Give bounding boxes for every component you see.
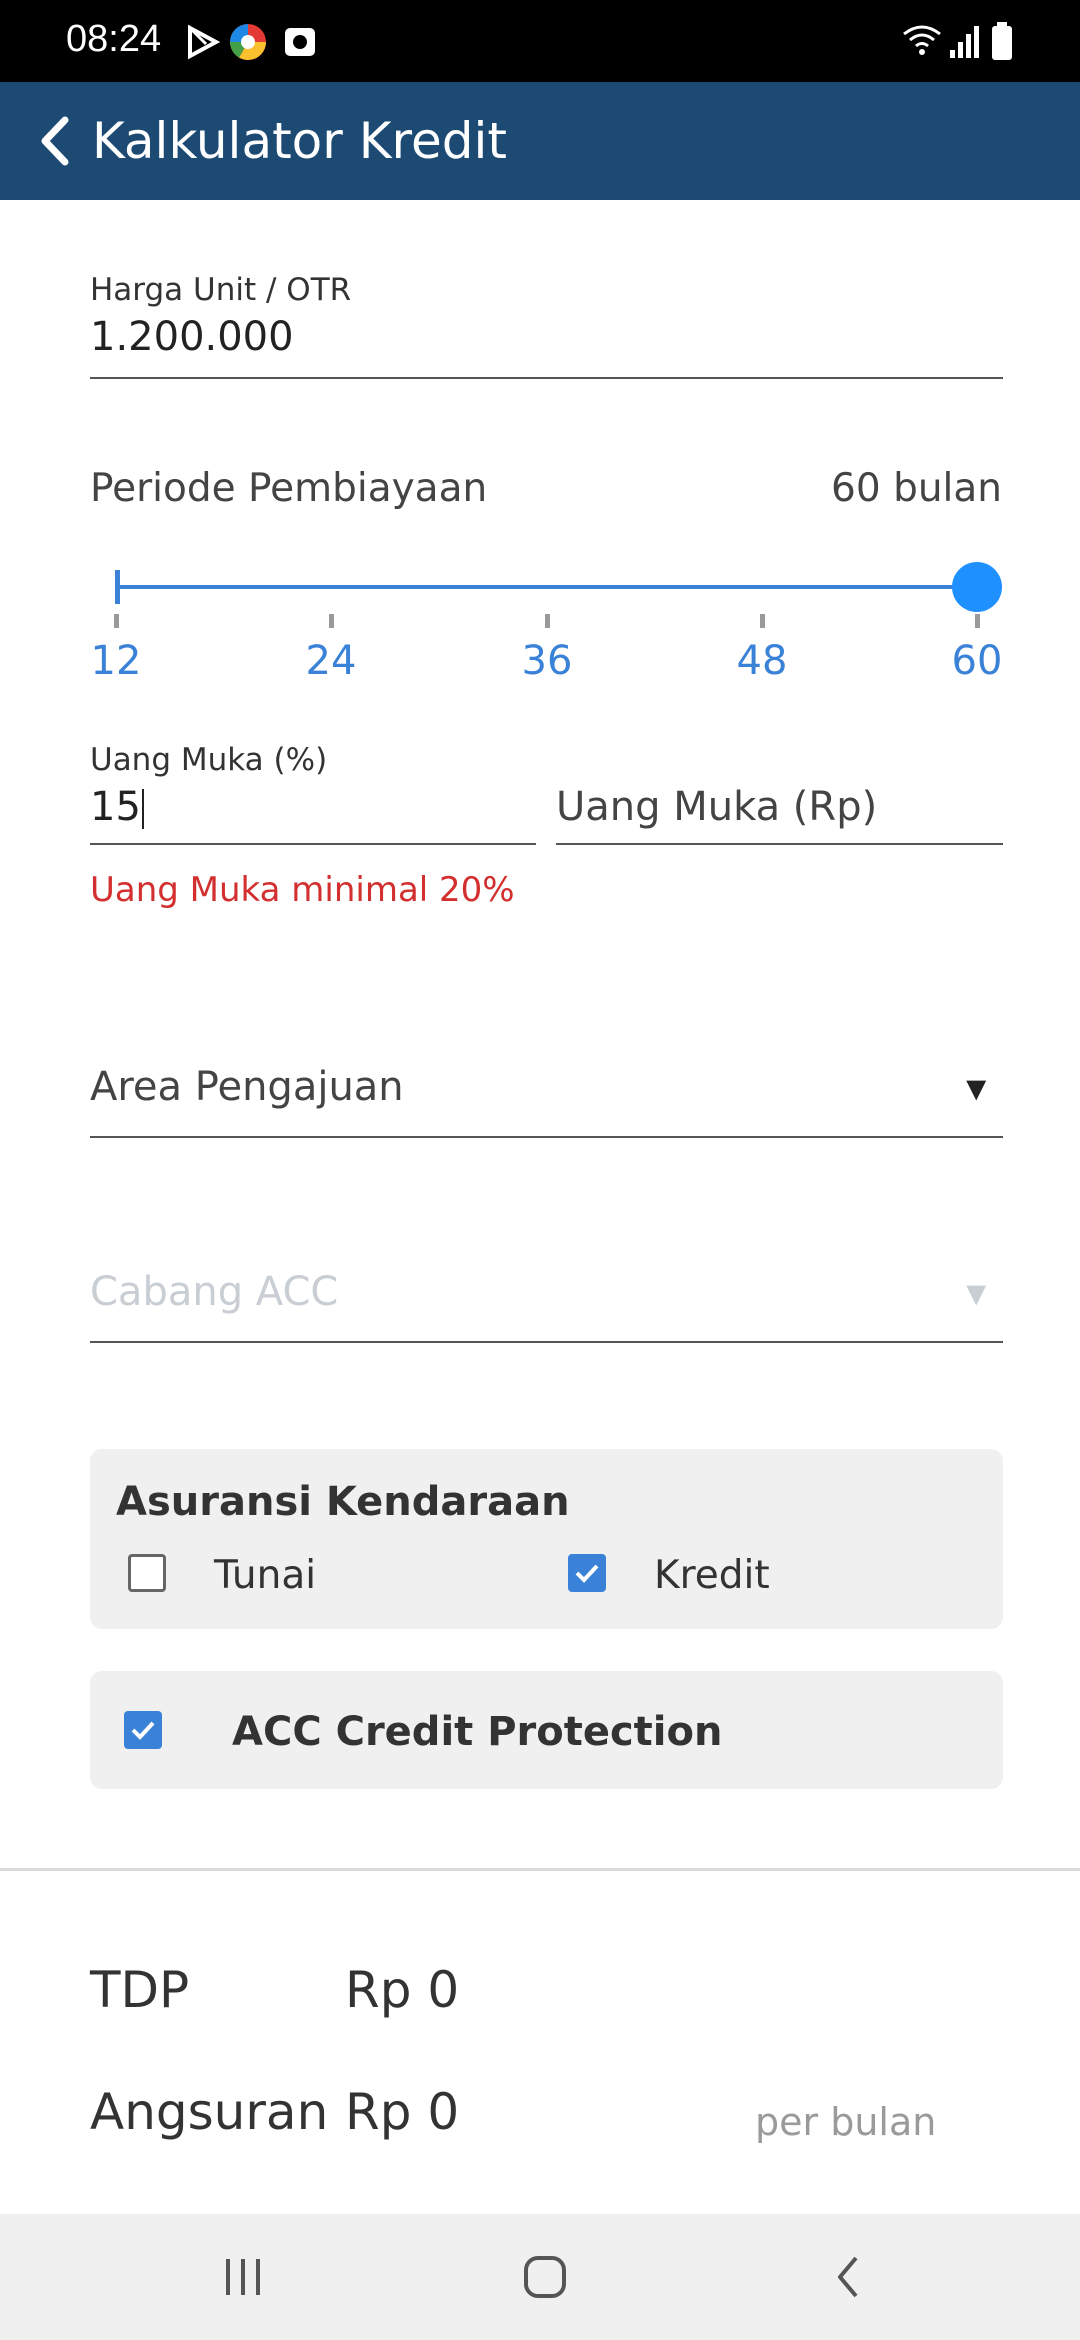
harga-unit-value: 1.200.000	[90, 314, 294, 360]
harga-unit-underline	[90, 377, 1003, 379]
nav-back-button[interactable]	[802, 2242, 892, 2312]
slider-tick-label: 24	[305, 638, 357, 684]
slider-track	[117, 585, 977, 589]
harga-unit-label: Harga Unit / OTR	[90, 272, 352, 308]
check-icon	[131, 1721, 155, 1740]
slider-tick	[760, 614, 765, 628]
protection-card[interactable]: ACC Credit Protection	[90, 1671, 1003, 1789]
status-bar: 08:24	[0, 0, 1080, 82]
uang-muka-pct-underline	[90, 843, 536, 845]
app-bar: Kalkulator Kredit	[0, 82, 1080, 200]
tunai-checkbox[interactable]	[128, 1554, 166, 1592]
cabang-acc-placeholder: Cabang ACC	[90, 1269, 339, 1315]
slider-tick	[545, 614, 550, 628]
asuransi-card: Asuransi Kendaraan Tunai Kredit	[90, 1449, 1003, 1629]
status-time: 08:24	[66, 18, 162, 60]
area-pengajuan-dropdown[interactable]: Area Pengajuan ▼	[90, 1060, 1003, 1136]
dropdown-arrow-icon: ▼	[959, 1275, 993, 1313]
uang-muka-rp-underline	[556, 843, 1003, 845]
slider-tick-label: 60	[951, 638, 1003, 684]
slider-tick-label: 36	[521, 638, 573, 684]
periode-value: 60 bulan	[831, 466, 1002, 511]
wifi-icon	[903, 25, 941, 55]
summary-divider	[0, 1868, 1080, 1871]
arrow-back-icon	[41, 116, 69, 166]
kredit-label: Kredit	[654, 1553, 770, 1598]
protection-label: ACC Credit Protection	[232, 1709, 723, 1755]
slider-tick	[114, 614, 119, 628]
back-icon	[838, 2256, 858, 2298]
back-button[interactable]	[20, 104, 90, 178]
page-title: Kalkulator Kredit	[92, 112, 507, 170]
home-icon	[524, 2256, 566, 2298]
recents-icon	[226, 2259, 260, 2295]
dropdown-arrow-icon: ▼	[959, 1070, 993, 1108]
tunai-label: Tunai	[214, 1553, 317, 1598]
check-icon	[575, 1564, 599, 1583]
signal-icon	[950, 26, 979, 58]
slider-tick-label: 48	[736, 638, 788, 684]
play-store-icon	[188, 24, 220, 60]
recents-button[interactable]	[198, 2242, 288, 2312]
area-pengajuan-underline	[90, 1136, 1003, 1138]
tdp-value: Rp 0	[345, 1961, 460, 2019]
cabang-acc-underline	[90, 1341, 1003, 1343]
per-bulan-label: per bulan	[755, 2100, 937, 2144]
asuransi-title: Asuransi Kendaraan	[116, 1479, 570, 1525]
slider-tick	[329, 614, 334, 628]
uang-muka-rp-placeholder: Uang Muka (Rp)	[556, 784, 878, 830]
chrome-icon	[230, 24, 266, 61]
camera-icon	[285, 28, 315, 56]
battery-icon	[992, 22, 1012, 60]
slider-thumb[interactable]	[952, 562, 1002, 612]
tdp-label: TDP	[90, 1961, 190, 2019]
protection-checkbox[interactable]	[124, 1711, 162, 1749]
uang-muka-pct-input[interactable]: 15	[90, 780, 536, 844]
uang-muka-rp-input[interactable]: Uang Muka (Rp)	[556, 780, 1003, 844]
periode-label: Periode Pembiayaan	[90, 466, 488, 511]
angsuran-value: Rp 0	[345, 2083, 460, 2141]
angsuran-label: Angsuran	[90, 2083, 329, 2141]
text-cursor	[141, 789, 144, 829]
area-pengajuan-placeholder: Area Pengajuan	[90, 1064, 404, 1110]
kredit-checkbox[interactable]	[568, 1554, 606, 1592]
asuransi-tunai-option[interactable]: Tunai	[128, 1549, 428, 1609]
uang-muka-pct-value: 15	[90, 784, 141, 830]
slider-tick-label: 12	[90, 638, 142, 684]
slider-tick	[975, 614, 980, 628]
harga-unit-input[interactable]: 1.200.000	[90, 310, 1003, 380]
cabang-acc-dropdown[interactable]: Cabang ACC ▼	[90, 1265, 1003, 1341]
uang-muka-error: Uang Muka minimal 20%	[90, 870, 515, 910]
asuransi-kredit-option[interactable]: Kredit	[568, 1549, 868, 1609]
system-nav-bar	[0, 2214, 1080, 2340]
uang-muka-pct-label: Uang Muka (%)	[90, 742, 328, 778]
home-button[interactable]	[500, 2242, 590, 2312]
